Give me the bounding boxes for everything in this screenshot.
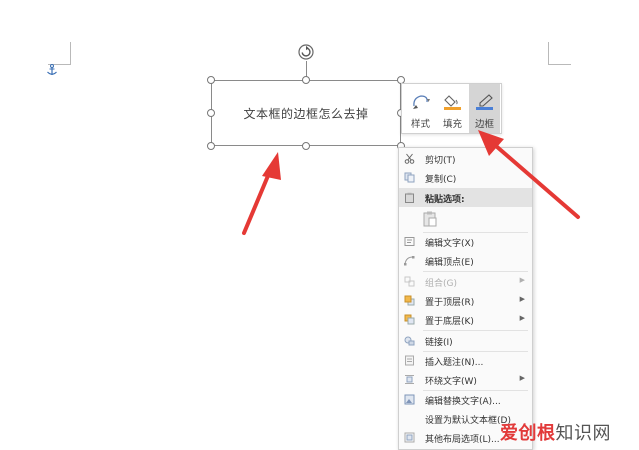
wrap-text-icon: [405, 375, 414, 384]
scissors-icon: [404, 153, 415, 164]
edit-text-icon: [404, 237, 415, 246]
page-corner-mark-left: [48, 42, 71, 65]
annotation-arrows: [242, 130, 580, 235]
menu-item-edit-alt-text[interactable]: 编辑替换文字(A)...: [399, 390, 532, 409]
fill-label: 填充: [442, 119, 462, 130]
bring-to-front-icon: [404, 295, 415, 306]
textbox-content[interactable]: 文本框的边框怎么去掉: [211, 80, 401, 146]
menu-item-wrap-text[interactable]: 环绕文字(W) ▶: [399, 370, 532, 389]
page-corner-mark-right: [548, 42, 571, 65]
menu-item-group[interactable]: 组合(G) ▶: [399, 272, 532, 291]
outline-pen-icon: [476, 94, 493, 110]
edit-points-icon: [404, 256, 415, 266]
rotate-handle-icon[interactable]: [297, 43, 315, 61]
resize-handle-left[interactable]: [207, 109, 215, 117]
svg-text:▾: ▾: [427, 97, 430, 104]
menu-item-edit-points[interactable]: 编辑顶点(E): [399, 251, 532, 270]
paste-options-header: 粘贴选项:: [399, 188, 532, 207]
context-menu: 剪切(T) 复制(C) 粘贴选项: 编辑文字(X) 编辑顶点(E) 组合(G): [398, 147, 533, 450]
alt-text-icon: [404, 394, 415, 405]
menu-item-edit-text[interactable]: 编辑文字(X): [399, 232, 532, 251]
watermark-site: 知识网: [555, 423, 611, 444]
submenu-arrow-icon: ▶: [519, 276, 525, 284]
submenu-arrow-icon: ▶: [519, 314, 525, 322]
copy-icon: [404, 172, 415, 183]
resize-handle-bottom-left[interactable]: [207, 142, 215, 150]
insert-caption-icon: [405, 355, 414, 366]
mini-toolbar: ▾ 样式 填充 边框: [401, 83, 502, 134]
clipboard-icon: [405, 192, 414, 203]
fill-button[interactable]: 填充: [437, 84, 468, 133]
resize-handle-top-left[interactable]: [207, 76, 215, 84]
menu-item-send-to-back[interactable]: 置于底层(K) ▶: [399, 310, 532, 329]
submenu-arrow-icon: ▶: [519, 295, 525, 303]
arrow-to-textbox: [242, 152, 281, 235]
shape-style-icon: ▾: [413, 95, 430, 109]
layout-options-icon: [404, 432, 415, 443]
style-label: 样式: [410, 119, 430, 130]
link-icon: [404, 336, 415, 346]
watermark-brand: 爱创根: [500, 423, 556, 444]
anchor-icon[interactable]: [46, 64, 58, 76]
menu-item-insert-caption[interactable]: 插入题注(N)...: [399, 351, 532, 370]
watermark: 爱创根知识网: [500, 419, 611, 445]
resize-handle-bottom[interactable]: [302, 142, 310, 150]
send-to-back-icon: [404, 314, 415, 325]
menu-item-copy[interactable]: 复制(C): [399, 168, 532, 187]
outline-button[interactable]: 边框: [469, 84, 500, 133]
menu-item-bring-to-front[interactable]: 置于顶层(R) ▶: [399, 291, 532, 310]
menu-item-link[interactable]: 链接(I): [399, 331, 532, 350]
resize-handle-top[interactable]: [302, 76, 310, 84]
group-icon: [404, 276, 415, 287]
style-button[interactable]: ▾ 样式: [405, 84, 436, 133]
paste-keep-source-icon[interactable]: [421, 210, 439, 228]
menu-item-cut[interactable]: 剪切(T): [399, 149, 532, 168]
submenu-arrow-icon: ▶: [519, 374, 525, 382]
fill-bucket-icon: [444, 95, 461, 110]
outline-label: 边框: [474, 119, 494, 130]
